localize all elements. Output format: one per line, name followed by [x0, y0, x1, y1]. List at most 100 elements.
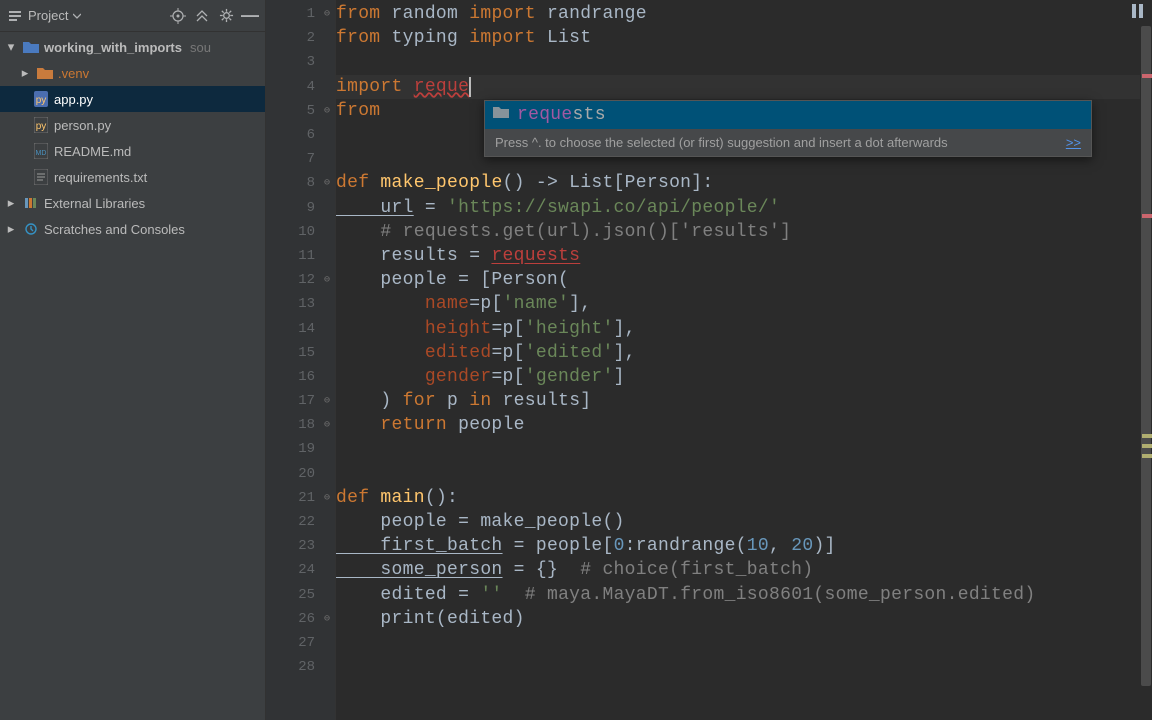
libraries-icon: [22, 196, 40, 210]
editor-scrollbar[interactable]: [1140, 24, 1152, 694]
fold-marker-icon[interactable]: ⊖: [321, 8, 333, 20]
code-line[interactable]: [336, 462, 1152, 486]
line-number: 26: [298, 611, 315, 627]
project-sidebar: Project — ▾ working: [0, 0, 266, 720]
locate-icon[interactable]: [169, 7, 187, 25]
folder-icon: [36, 66, 54, 80]
code-line[interactable]: [336, 631, 1152, 655]
inspection-pause-icon[interactable]: [1132, 4, 1146, 18]
line-number: 23: [298, 538, 315, 554]
code-line[interactable]: import reque: [336, 75, 1152, 99]
chevron-down-icon: ▾: [4, 39, 18, 55]
code-line[interactable]: results = requests: [336, 244, 1152, 268]
line-number: 6: [307, 127, 315, 143]
fold-marker-icon[interactable]: ⊖: [321, 492, 333, 504]
code-line[interactable]: gender=p['gender']: [336, 365, 1152, 389]
svg-text:MD: MD: [36, 150, 47, 157]
line-number: 7: [307, 151, 315, 167]
code-line[interactable]: height=p['height'],: [336, 316, 1152, 340]
line-number: 4: [307, 79, 315, 95]
completion-more-link[interactable]: >>: [1066, 135, 1081, 150]
code-line[interactable]: return people: [336, 413, 1152, 437]
sidebar-title[interactable]: Project: [28, 8, 68, 23]
completion-match: reque: [517, 105, 573, 125]
line-number: 12: [298, 272, 315, 288]
scratches-row[interactable]: ▸ Scratches and Consoles: [0, 216, 265, 242]
error-marker[interactable]: [1142, 74, 1152, 78]
line-number: 15: [298, 345, 315, 361]
code-area[interactable]: from random import randrange from typing…: [336, 0, 1152, 720]
code-line[interactable]: edited = '' # maya.MayaDT.from_iso8601(s…: [336, 583, 1152, 607]
file-person-row[interactable]: py person.py: [0, 112, 265, 138]
warning-marker[interactable]: [1142, 454, 1152, 458]
gear-icon[interactable]: [217, 7, 235, 25]
fold-marker-icon[interactable]: ⊖: [321, 274, 333, 286]
line-number: 28: [298, 659, 315, 675]
code-line[interactable]: # requests.get(url).json()['results']: [336, 220, 1152, 244]
code-line[interactable]: [336, 655, 1152, 679]
file-readme-label: README.md: [54, 144, 131, 159]
fold-marker-icon[interactable]: ⊖: [321, 419, 333, 431]
project-root-row[interactable]: ▾ working_with_imports sou: [0, 34, 265, 60]
code-line[interactable]: [336, 50, 1152, 74]
code-line[interactable]: people = [Person(: [336, 268, 1152, 292]
code-line[interactable]: from typing import List: [336, 26, 1152, 50]
line-number: 3: [307, 54, 315, 70]
venv-row[interactable]: ▸ .venv: [0, 60, 265, 86]
dropdown-icon[interactable]: [72, 7, 82, 25]
warning-marker[interactable]: [1142, 434, 1152, 438]
fold-marker-icon[interactable]: ⊖: [321, 177, 333, 189]
line-number: 5: [307, 103, 315, 119]
file-readme-row[interactable]: MD README.md: [0, 138, 265, 164]
line-number: 25: [298, 587, 315, 603]
code-line[interactable]: people = make_people(): [336, 510, 1152, 534]
chevron-right-icon: ▸: [4, 221, 18, 237]
project-root-suffix: sou: [190, 40, 211, 55]
markdown-file-icon: MD: [32, 143, 50, 159]
code-line[interactable]: from random import randrange: [336, 2, 1152, 26]
hide-icon[interactable]: —: [241, 7, 259, 25]
completion-hint-text: Press ^. to choose the selected (or firs…: [495, 135, 948, 150]
svg-text:py: py: [36, 95, 47, 106]
venv-label: .venv: [58, 66, 89, 81]
code-line[interactable]: name=p['name'],: [336, 292, 1152, 316]
line-number: 8: [307, 175, 315, 191]
expand-all-icon[interactable]: [193, 7, 211, 25]
project-view-icon: [6, 7, 24, 25]
text-file-icon: [32, 169, 50, 185]
code-line[interactable]: some_person = {} # choice(first_batch): [336, 558, 1152, 582]
fold-marker-icon[interactable]: ⊖: [321, 613, 333, 625]
file-app-row[interactable]: py app.py: [0, 86, 265, 112]
folder-icon: [22, 40, 40, 54]
completion-item[interactable]: requests: [485, 101, 1091, 129]
line-number: 19: [298, 441, 315, 457]
line-number: 9: [307, 200, 315, 216]
code-line[interactable]: ) for p in results]: [336, 389, 1152, 413]
sidebar-header: Project —: [0, 0, 265, 32]
code-line[interactable]: url = 'https://swapi.co/api/people/': [336, 196, 1152, 220]
code-editor[interactable]: 1⊖ 2 3 4 5⊖ 6 7 8⊖ 9 10 11 12⊖ 13 14 15 …: [266, 0, 1152, 720]
completion-popup: requests Press ^. to choose the selected…: [484, 100, 1092, 157]
code-line[interactable]: edited=p['edited'],: [336, 341, 1152, 365]
line-number: 17: [298, 393, 315, 409]
fold-marker-icon[interactable]: ⊖: [321, 105, 333, 117]
warning-marker[interactable]: [1142, 444, 1152, 448]
file-person-label: person.py: [54, 118, 111, 133]
code-line[interactable]: def make_people() -> List[Person]:: [336, 171, 1152, 195]
external-libs-row[interactable]: ▸ External Libraries: [0, 190, 265, 216]
line-number: 27: [298, 635, 315, 651]
external-libs-label: External Libraries: [44, 196, 145, 211]
project-root-label: working_with_imports: [44, 40, 182, 55]
error-marker[interactable]: [1142, 214, 1152, 218]
line-number: 22: [298, 514, 315, 530]
file-requirements-row[interactable]: requirements.txt: [0, 164, 265, 190]
file-app-label: app.py: [54, 92, 93, 107]
code-line[interactable]: [336, 437, 1152, 461]
code-line[interactable]: def main():: [336, 486, 1152, 510]
package-icon: [493, 105, 509, 125]
code-line[interactable]: print(edited): [336, 607, 1152, 631]
code-line[interactable]: first_batch = people[0:randrange(10, 20)…: [336, 534, 1152, 558]
scrollbar-thumb[interactable]: [1141, 26, 1151, 686]
chevron-right-icon: ▸: [18, 65, 32, 81]
fold-marker-icon[interactable]: ⊖: [321, 395, 333, 407]
